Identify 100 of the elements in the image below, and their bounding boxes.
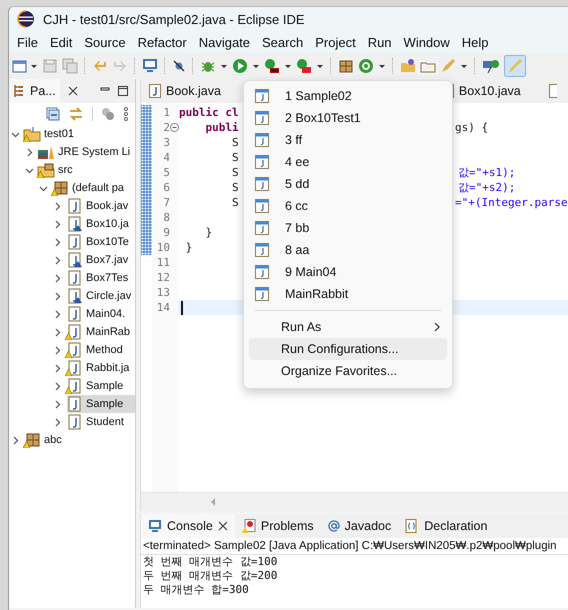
line-number: 6 <box>162 181 170 194</box>
tree-item[interactable]: Box10.ja <box>9 215 135 233</box>
tree-item[interactable]: (default pa <box>9 179 135 197</box>
link-icon[interactable] <box>68 107 84 121</box>
line-number: 4 <box>162 151 170 164</box>
folder-icon[interactable] <box>400 58 416 74</box>
tree-item[interactable]: Book.jav <box>9 197 135 215</box>
tree-item[interactable]: Method <box>9 341 135 359</box>
chevron-down-icon[interactable] <box>11 130 20 138</box>
tree-item[interactable]: Main04. <box>9 305 135 323</box>
tree-item[interactable]: MainRab <box>9 323 135 341</box>
menu-item[interactable]: 9 Main04 <box>249 261 447 283</box>
code-text: gs) { <box>455 121 488 134</box>
java-app-icon <box>255 155 269 169</box>
menu-item[interactable]: 3 ff <box>249 129 447 151</box>
fold-icon[interactable] <box>170 123 179 132</box>
menu-item[interactable]: MainRabbit <box>249 283 447 305</box>
filter-icon[interactable] <box>101 107 115 121</box>
pen-icon[interactable] <box>440 58 468 74</box>
new-class-icon[interactable] <box>358 58 386 74</box>
line-number: 1 <box>162 106 170 119</box>
tree-item[interactable]: Student <box>9 413 135 431</box>
tree-item[interactable]: Circle.jav <box>9 287 135 305</box>
menu-item[interactable]: Source <box>78 34 132 50</box>
view-tab[interactable]: Javadoc <box>320 514 398 538</box>
java-app-icon <box>255 89 269 103</box>
tree-item[interactable]: Box10Te <box>9 233 135 251</box>
view-menu-icon[interactable] <box>123 107 129 121</box>
menu-item[interactable]: 4 ee <box>249 151 447 173</box>
console-output: 첫 번째 매개변수 값=100 <box>143 555 278 569</box>
view-tab[interactable]: Declaration <box>398 514 494 538</box>
perspective-icon[interactable] <box>482 58 500 74</box>
code-text: 값="+s2); <box>458 180 516 195</box>
run-icon[interactable] <box>232 58 260 74</box>
tree-item[interactable]: test01 <box>9 125 135 143</box>
menu-item[interactable]: Refactor <box>132 34 193 50</box>
code-text: S <box>230 151 239 164</box>
menu-item[interactable]: Window <box>398 34 456 50</box>
java-app-icon <box>255 243 269 257</box>
menu-item[interactable]: Search <box>256 34 310 50</box>
declaration-icon <box>405 519 420 533</box>
close-icon[interactable] <box>68 86 78 96</box>
collapse-all-icon[interactable] <box>46 107 60 121</box>
monitor-icon[interactable] <box>142 58 158 74</box>
tree-item[interactable]: src <box>9 161 135 179</box>
view-tab[interactable]: Problems <box>234 514 321 538</box>
view-tab[interactable]: Console <box>141 514 235 538</box>
line-number: 3 <box>162 136 170 149</box>
menu-item[interactable]: 7 bb <box>249 217 447 239</box>
java-app-icon <box>255 133 269 147</box>
menu-item[interactable]: Run Configurations... <box>249 338 447 360</box>
menu-item[interactable]: Project <box>309 34 362 50</box>
horizontal-scrollbar[interactable] <box>141 492 568 511</box>
maximize-icon[interactable] <box>118 86 128 96</box>
tree-item[interactable]: Sample <box>9 377 135 395</box>
code-text: S <box>230 196 239 209</box>
menu-item[interactable]: 8 aa <box>249 239 447 261</box>
new-file-icon[interactable] <box>12 58 38 74</box>
chevron-right-icon <box>433 322 441 332</box>
java-file-icon <box>149 84 161 98</box>
package-explorer-tab[interactable]: Pa... <box>9 79 60 103</box>
menu-item[interactable]: Organize Favorites... <box>249 360 447 382</box>
code-text: ="+(Integer.parse <box>455 196 568 209</box>
line-number: 13 <box>156 286 170 299</box>
close-icon[interactable] <box>218 521 228 531</box>
tree-item[interactable]: Box7Tes <box>9 269 135 287</box>
tree-item[interactable]: abc <box>9 431 135 449</box>
external-tools-icon[interactable] <box>296 58 324 74</box>
editor-tab[interactable]: Book.java <box>141 79 229 103</box>
menu-item[interactable]: Run <box>362 34 398 50</box>
menu-item[interactable]: Run As <box>249 316 447 338</box>
coverage-icon[interactable] <box>264 58 292 74</box>
java-app-icon <box>255 177 269 191</box>
new-package-icon[interactable] <box>338 58 354 74</box>
line-number: 14 <box>156 301 170 314</box>
java-app-icon <box>255 287 269 301</box>
code-text: S <box>230 166 239 179</box>
menu-item[interactable]: Navigate <box>192 34 256 50</box>
hierarchy-icon <box>13 84 25 98</box>
window-title: CJH - test01/src/Sample02.java - Eclipse IDE <box>43 12 305 26</box>
menu-item[interactable]: File <box>11 34 44 50</box>
line-number: 2 <box>162 121 170 134</box>
menu-item[interactable]: Edit <box>44 34 78 50</box>
tree-item[interactable]: Rabbit.ja <box>9 359 135 377</box>
java-app-icon <box>255 199 269 213</box>
skip-breakpoints-icon[interactable] <box>172 59 186 73</box>
menu-item[interactable]: 6 cc <box>249 195 447 217</box>
line-number: 8 <box>162 211 170 224</box>
code-text: 값="+s1); <box>458 165 516 180</box>
menu-item[interactable]: 1 Sample02 <box>249 85 447 107</box>
java-file-icon <box>548 84 557 98</box>
java-app-icon <box>255 265 269 279</box>
chevron-right-icon[interactable] <box>11 436 20 444</box>
menu-item[interactable]: Help <box>456 34 495 50</box>
tree-item[interactable]: JRE System Li <box>9 143 135 161</box>
menu-item[interactable]: 2 Box10Test1 <box>249 107 447 129</box>
menu-item[interactable]: 5 dd <box>249 173 447 195</box>
line-number: 9 <box>162 226 170 239</box>
chevron-right-icon[interactable] <box>25 148 34 156</box>
tree-item[interactable]: Box7.jav <box>9 251 135 269</box>
